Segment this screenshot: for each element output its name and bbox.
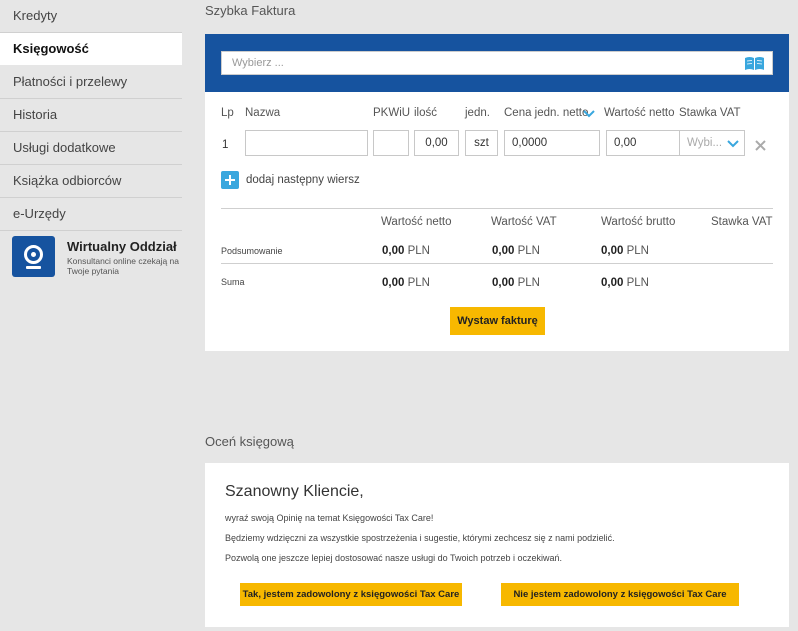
sum-col-rate: Stawka VAT	[711, 216, 773, 228]
issue-invoice-button[interactable]: Wystaw fakturę	[450, 307, 545, 335]
col-name: Nazwa	[245, 107, 281, 119]
sidebar: Kredyty Księgowość Płatności i przelewy …	[0, 0, 182, 231]
add-row-link[interactable]: dodaj następny wiersz	[246, 174, 360, 186]
greeting-text: Szanowny Kliencie,	[225, 483, 364, 500]
address-book-icon[interactable]	[744, 56, 765, 71]
total-net-amount: 0,00 PLN	[382, 277, 430, 289]
summary-row-label: Podsumowanie	[221, 246, 283, 256]
quantity-input[interactable]: 0,00	[414, 130, 459, 156]
summary-gross-amount: 0,00 PLN	[601, 245, 649, 257]
col-unit-price: Cena jedn. netto	[504, 107, 589, 119]
col-pkwiu: PKWiU	[373, 107, 411, 119]
virtual-office-subtitle: Konsultanci online czekają na Twoje pyta…	[67, 256, 179, 276]
sidebar-item-e-urzedy[interactable]: e-Urzędy	[0, 198, 182, 231]
rating-line-1: wyraź swoją Opinię na temat Księgowości …	[225, 513, 434, 523]
add-row-plus-icon[interactable]	[221, 171, 239, 189]
sidebar-item-ksiegowosc[interactable]: Księgowość	[0, 33, 182, 66]
summary-net-amount: 0,00 PLN	[382, 245, 430, 257]
invoice-search-bar: Wybierz ...	[205, 34, 789, 92]
summary-vat-amount: 0,00 PLN	[492, 245, 540, 257]
sum-col-gross: Wartość brutto	[601, 216, 676, 228]
col-net-value: Wartość netto	[604, 107, 675, 119]
total-vat-amount: 0,00 PLN	[492, 277, 540, 289]
sidebar-item-platnosci[interactable]: Płatności i przelewy	[0, 66, 182, 99]
summary-divider	[221, 208, 773, 209]
sidebar-item-uslugi[interactable]: Usługi dodatkowe	[0, 132, 182, 165]
virtual-office-link[interactable]: Wirtualny Oddział Konsultanci online cze…	[12, 236, 182, 280]
not-satisfied-button[interactable]: Nie jestem zadowolony z księgowości Tax …	[501, 583, 739, 606]
sidebar-item-historia[interactable]: Historia	[0, 99, 182, 132]
search-placeholder: Wybierz ...	[232, 57, 284, 69]
total-row-label: Suma	[221, 277, 245, 287]
col-vat-rate: Stawka VAT	[679, 107, 741, 119]
unit-input[interactable]: szt	[465, 130, 498, 156]
virtual-office-title: Wirtualny Oddział	[67, 239, 177, 254]
col-qty: ilość	[414, 107, 438, 119]
unit-price-input[interactable]: 0,0000	[504, 130, 600, 156]
remove-row-close-icon[interactable]	[755, 140, 766, 151]
item-name-input[interactable]	[245, 130, 368, 156]
col-lp: Lp	[221, 107, 234, 119]
sum-col-net: Wartość netto	[381, 216, 452, 228]
rating-line-3: Pozwolą one jeszcze lepiej dostosować na…	[225, 553, 563, 563]
rating-section-title: Oceń księgową	[205, 434, 294, 449]
sidebar-item-ksiazka-odbiorcow[interactable]: Książka odbiorców	[0, 165, 182, 198]
vat-rate-placeholder: Wybi...	[687, 137, 723, 149]
webcam-icon	[12, 236, 55, 277]
chevron-down-icon	[727, 140, 739, 148]
row-lp: 1	[222, 139, 229, 151]
contractor-search-input[interactable]: Wybierz ...	[221, 51, 773, 75]
pkwiu-input[interactable]	[373, 130, 409, 156]
sum-col-vat: Wartość VAT	[491, 216, 557, 228]
total-gross-amount: 0,00 PLN	[601, 277, 649, 289]
col-unit: jedn.	[465, 107, 490, 119]
sidebar-item-kredyty[interactable]: Kredyty	[0, 0, 182, 33]
price-type-chevron-down-icon[interactable]	[583, 110, 595, 118]
invoice-panel: Wybierz ... Lp Nazwa PKWiU ilość jedn. C…	[205, 34, 789, 351]
summary-row-divider	[221, 263, 773, 264]
invoice-section-title: Szybka Faktura	[205, 3, 296, 18]
rating-line-2: Będziemy wdzięczni za wszystkie spostrze…	[225, 533, 615, 543]
rating-panel: Szanowny Kliencie, wyraź swoją Opinię na…	[205, 463, 789, 627]
vat-rate-select[interactable]: Wybi...	[679, 130, 745, 156]
satisfied-button[interactable]: Tak, jestem zadowolony z księgowości Tax…	[240, 583, 462, 606]
